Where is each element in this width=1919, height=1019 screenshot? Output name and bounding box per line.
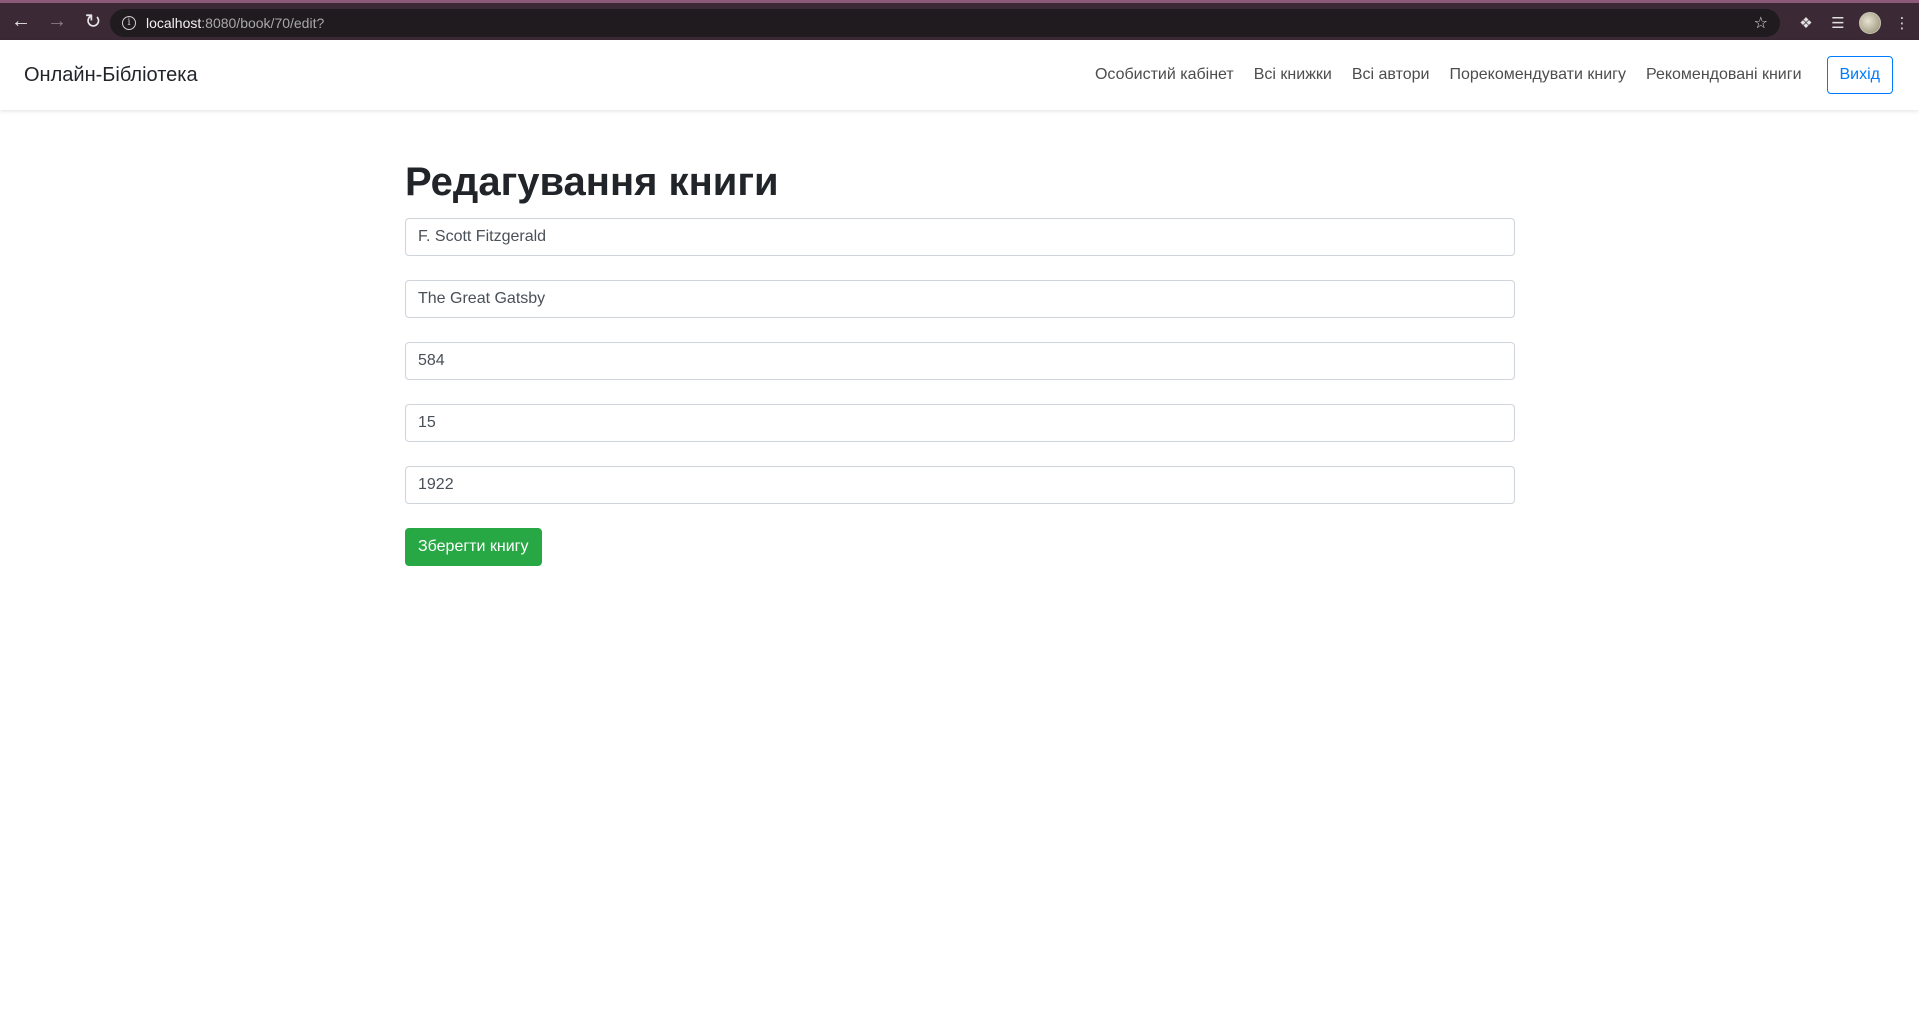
menu-kebab-icon[interactable]: ⋮ <box>1891 12 1913 34</box>
save-book-button[interactable]: Зберегти книгу <box>405 528 542 566</box>
page-title: Редагування книги <box>405 160 779 204</box>
quantity-input[interactable] <box>405 404 1515 442</box>
nav-link-profile[interactable]: Особистий кабінет <box>1095 66 1234 84</box>
media-queue-icon[interactable]: ☰ <box>1827 12 1849 34</box>
nav-link-recommend-book[interactable]: Порекомендувати книгу <box>1449 66 1626 84</box>
bookmark-star-icon[interactable]: ☆ <box>1754 13 1768 33</box>
back-arrow-icon[interactable]: ← <box>6 7 36 37</box>
nav-link-all-books[interactable]: Всі книжки <box>1254 66 1332 84</box>
nav-link-recommended-books[interactable]: Рекомендовані книги <box>1646 66 1802 84</box>
url-path: :8080/book/70/edit? <box>201 15 325 31</box>
forward-arrow-icon[interactable]: → <box>42 7 72 37</box>
author-input[interactable] <box>405 218 1515 256</box>
extensions-puzzle-icon[interactable]: ❖ <box>1795 12 1817 34</box>
reload-icon[interactable]: ↻ <box>78 7 108 37</box>
browser-toolbar: ← → ↻ i localhost:8080/book/70/edit? ☆ ❖… <box>0 0 1919 40</box>
book-title-input[interactable] <box>405 280 1515 318</box>
year-input[interactable] <box>405 466 1515 504</box>
address-bar[interactable]: i localhost:8080/book/70/edit? ☆ <box>110 9 1780 37</box>
profile-avatar[interactable] <box>1859 12 1881 34</box>
url-host: localhost <box>146 15 202 31</box>
info-icon[interactable]: i <box>122 16 136 30</box>
site-navbar: Онлайн-Бібліотека Особистий кабінет Всі … <box>0 40 1919 110</box>
pages-input[interactable] <box>405 342 1515 380</box>
edit-book-form: Редагування книги Зберегти книгу <box>405 158 1515 566</box>
logout-button[interactable]: Вихід <box>1826 56 1893 94</box>
nav-link-all-authors[interactable]: Всі автори <box>1352 66 1430 84</box>
browser-actions: ❖ ☰ ⋮ <box>1795 9 1913 37</box>
brand-logo[interactable]: Онлайн-Бібліотека <box>24 64 198 87</box>
nav-links: Особистий кабінет Всі книжки Всі автори … <box>1075 56 1893 94</box>
